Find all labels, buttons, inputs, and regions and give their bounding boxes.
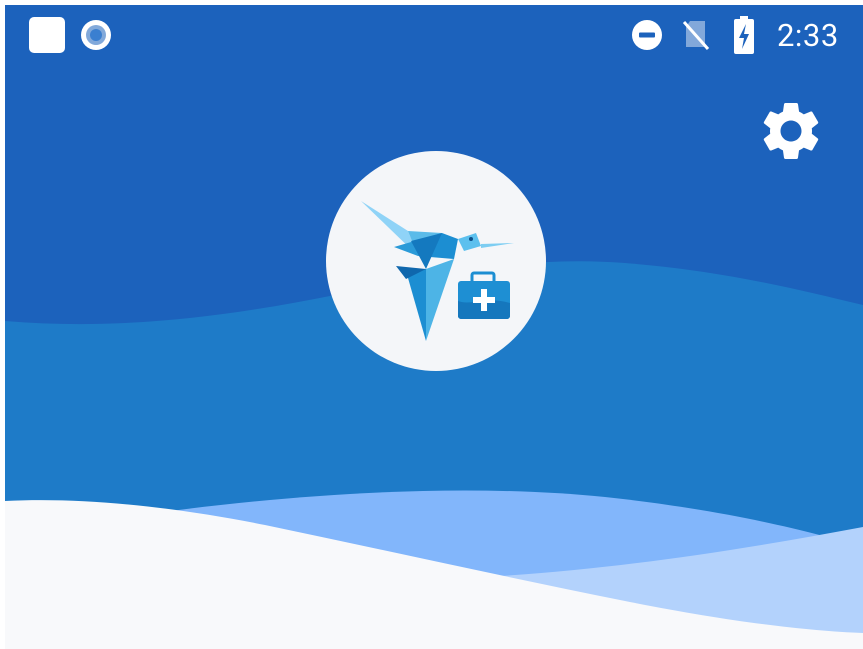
do-not-disturb-icon xyxy=(632,20,662,50)
battery-charging-icon xyxy=(734,16,754,54)
settings-button[interactable] xyxy=(756,96,826,166)
no-sim-icon xyxy=(682,21,710,50)
gear-icon xyxy=(763,103,819,159)
app-screen: 2:33 xyxy=(5,5,863,649)
screen-record-icon xyxy=(81,20,111,50)
hummingbird-medical-kit-icon xyxy=(361,201,514,341)
app-logo xyxy=(326,151,546,371)
status-time: 2:33 xyxy=(777,17,839,54)
app-square-icon xyxy=(29,17,65,53)
status-bar: 2:33 xyxy=(5,5,863,65)
